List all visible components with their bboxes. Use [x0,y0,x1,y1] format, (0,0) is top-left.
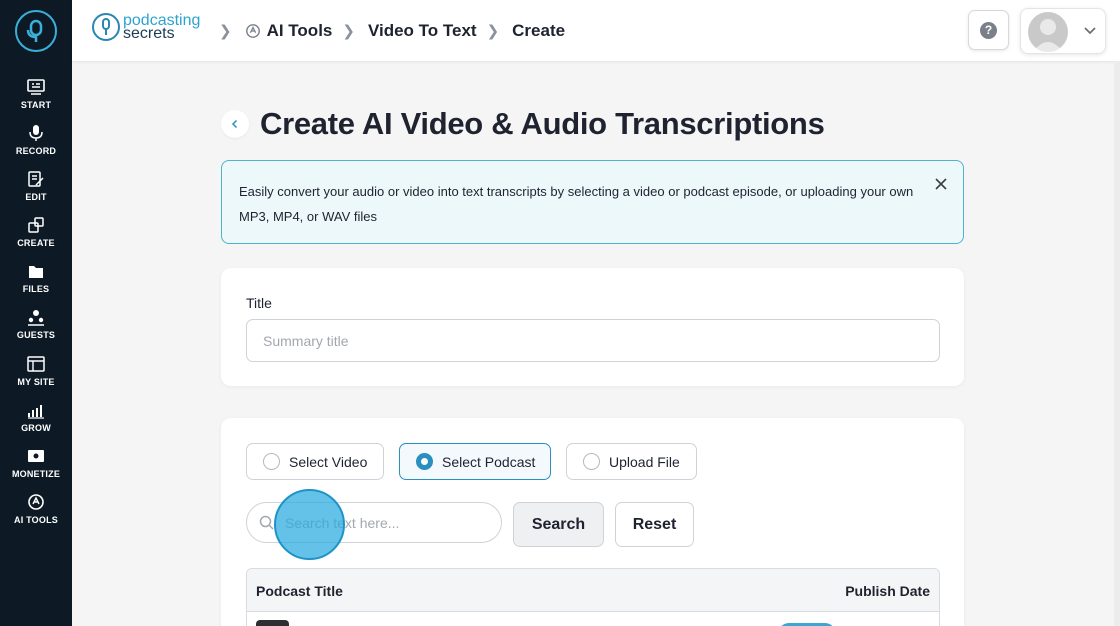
reset-button[interactable]: Reset [615,502,694,547]
sidebar-item-label: GROW [21,423,51,433]
upload-file-option[interactable]: Upload File [566,443,697,480]
brand-mic-icon [92,13,120,41]
search-field[interactable] [246,502,502,543]
breadcrumb-ai-tools[interactable]: AI Tools [267,21,333,41]
title-card: Title [221,268,964,386]
option-label: Upload File [609,453,680,470]
help-button[interactable]: ? [968,10,1009,50]
breadcrumb-video-to-text[interactable]: Video To Text [368,21,477,41]
app-logo-icon[interactable] [15,10,57,52]
page-title: Create AI Video & Audio Transcriptions [260,106,825,141]
ai-tools-icon [245,24,260,38]
radio-button[interactable] [583,453,600,470]
ai-tools-icon [28,494,44,510]
microphone-logo-icon [26,19,43,42]
table-row[interactable] [247,612,939,626]
sidebar-item-label: MY SITE [17,377,55,387]
option-label: Select Podcast [442,453,536,470]
info-banner: Easily convert your audio or video into … [221,160,964,244]
sidebar-item-guests[interactable]: GUESTS [0,306,72,350]
breadcrumb: ❯ AI Tools ❯ Video To Text ❯ Create [210,18,565,44]
select-podcast-option[interactable]: Select Podcast [399,443,551,480]
start-icon [27,79,45,95]
radio-button[interactable] [263,453,280,470]
info-text: Easily convert your audio or video into … [239,184,914,224]
top-header: podcasting secrets ❯ AI Tools ❯ Video To… [72,0,1120,61]
table-header: Podcast Title Publish Date [247,569,939,612]
sidebar-item-ai-tools[interactable]: AI TOOLS [0,491,72,535]
sidebar-item-my-site[interactable]: MY SITE [0,353,72,397]
search-icon [259,515,274,530]
avatar [1028,12,1068,52]
mic-icon [29,125,43,141]
user-menu-button[interactable] [1020,8,1106,54]
page-scrollbar[interactable] [1114,61,1120,626]
sidebar-item-start[interactable]: START [0,76,72,120]
chevron-right-icon: ❯ [219,23,232,40]
sidebar-item-label: START [20,100,52,110]
files-icon [29,266,43,278]
back-button[interactable] [221,110,249,138]
create-icon [28,217,44,233]
sidebar-item-edit[interactable]: EDIT [0,168,72,212]
sidebar-item-label: EDIT [25,192,47,202]
select-video-option[interactable]: Select Video [246,443,384,480]
breadcrumb-create: Create [512,21,566,40]
sidebar-item-files[interactable]: FILES [0,260,72,304]
sidebar-item-label: MONETIZE [11,469,61,479]
sidebar-item-record[interactable]: RECORD [0,122,72,166]
edit-icon [28,171,44,187]
column-header-publish-date[interactable]: Publish Date [845,583,930,599]
sidebar-item-label: AI TOOLS [14,515,58,525]
sidebar-item-label: FILES [22,284,50,294]
brand-logo[interactable]: podcasting secrets [92,12,200,42]
sidebar-item-grow[interactable]: GROW [0,399,72,443]
grow-icon [28,405,44,419]
option-label: Select Video [289,453,368,470]
chevron-left-icon [231,119,238,129]
title-input[interactable] [246,319,940,362]
radio-button[interactable] [416,453,433,470]
sidebar: START RECORD EDIT CREATE FILES GUESTS MY… [0,0,72,626]
column-header-podcast-title[interactable]: Podcast Title [256,583,343,599]
chevron-down-icon [1084,27,1096,35]
search-button[interactable]: Search [513,502,604,547]
chevron-right-icon: ❯ [486,23,500,40]
title-label: Title [246,295,272,311]
podcast-table: Podcast Title Publish Date [246,568,940,626]
sidebar-item-label: GUESTS [16,330,56,340]
sidebar-item-create[interactable]: CREATE [0,214,72,258]
source-select-card: Select Video Select Podcast Upload File … [221,418,964,626]
help-icon: ? [980,21,997,39]
chevron-right-icon: ❯ [342,23,355,40]
monetize-icon [28,450,44,462]
episode-thumbnail [256,620,289,626]
sidebar-item-label: CREATE [17,238,55,248]
sidebar-item-monetize[interactable]: MONETIZE [0,445,72,489]
sidebar-item-label: RECORD [15,146,57,156]
close-icon[interactable] [934,177,948,191]
search-input[interactable] [285,511,490,535]
site-icon [27,356,45,372]
guests-icon [28,310,44,326]
